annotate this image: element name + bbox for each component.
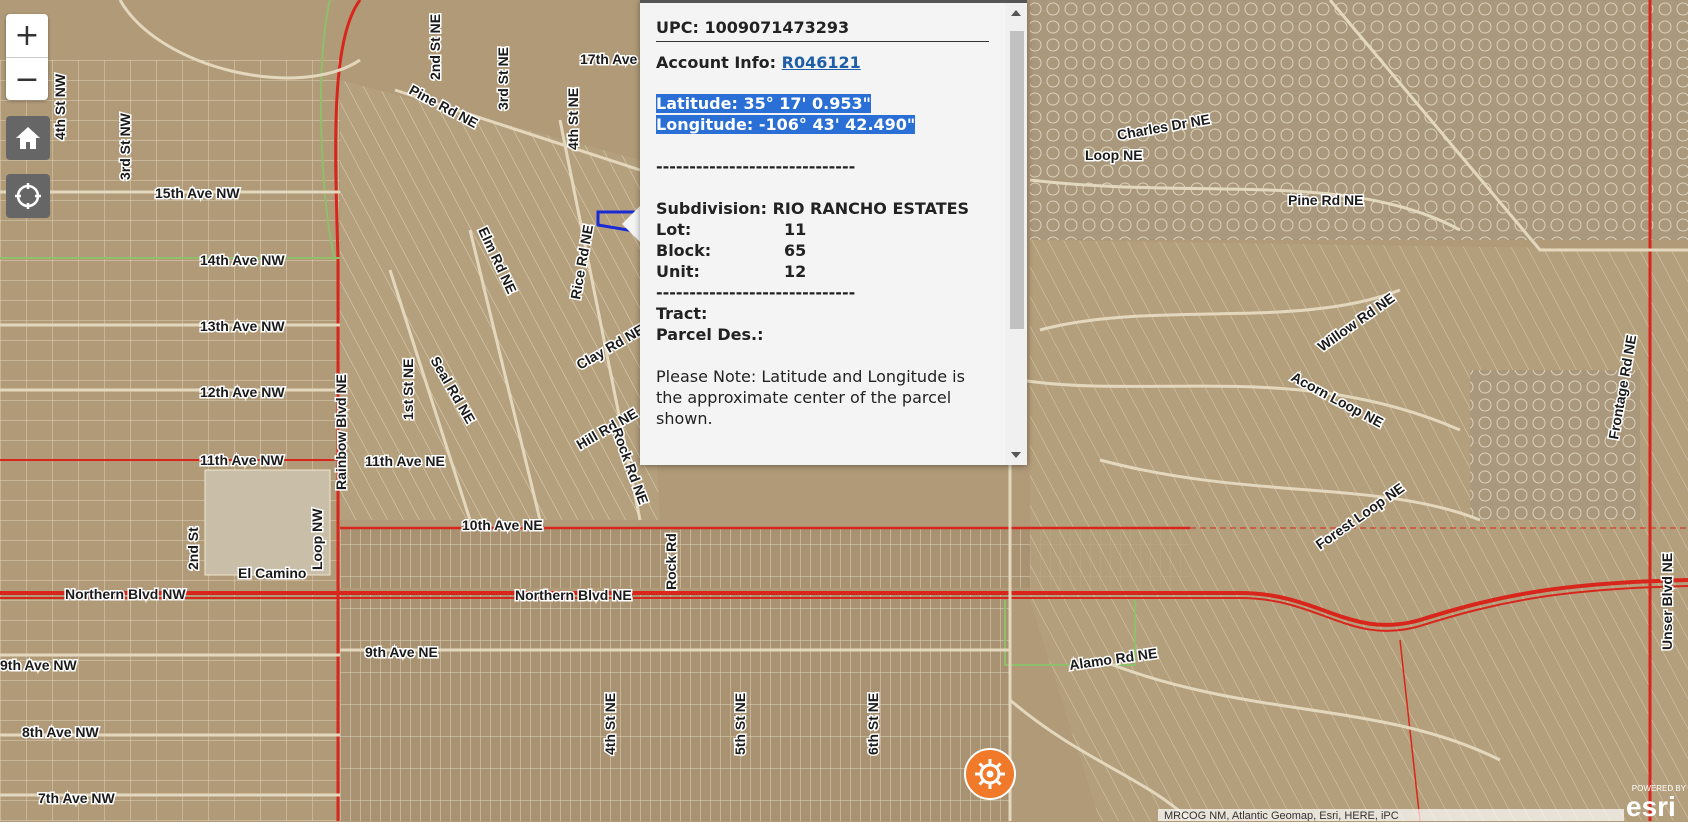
map-attribution: MRCOG NM, Atlantic Geomap, Esri, HERE, i… [1158,809,1624,821]
subdivision-label: Subdivision: [656,199,768,218]
street-label: 7th Ave NW [38,790,116,806]
popup-content[interactable]: UPC: 1009071473293 Account Info: R046121… [640,3,1005,465]
block-label: Block: [656,241,712,260]
longitude-row: Longitude: -106° 43' 42.490" [656,114,989,135]
street-label: 3rd St NW [117,112,133,180]
popup-pointer [622,206,640,242]
street-label: 2nd St [185,527,201,570]
street-label: 15th Ave NW [155,185,240,201]
street-label: 4th St NW [52,73,68,140]
unit-row: Unit: 12 [656,261,989,282]
street-label: 12th Ave NW [200,384,285,400]
street-label: 10th Ave NE [462,517,543,533]
latitude-text: Latitude: 35° 17' 0.953" [656,94,871,113]
block-value: 65 [784,241,807,260]
scroll-down-button[interactable] [1005,445,1027,465]
street-label: El Camino [238,565,306,581]
street-label: 8th Ave NW [22,724,100,740]
home-button[interactable] [6,116,50,160]
unit-value: 12 [784,262,807,281]
street-label: Loop NE [1085,147,1143,163]
account-row: Account Info: R046121 [656,52,989,73]
popup-note: Please Note: Latitude and Longitude is t… [656,367,965,428]
street-label: Northern Blvd NW [65,586,186,602]
tract-label: Tract: [656,304,708,323]
longitude-text: Longitude: -106° 43' 42.490" [656,115,916,134]
street-label: 9th Ave NE [365,644,438,660]
street-label: Rainbow Blvd NE [333,374,349,490]
street-label: 4th St NE [565,88,581,150]
minus-icon: − [14,61,40,97]
zoom-in-button[interactable]: + [6,14,48,57]
block-row: Block: 65 [656,240,989,261]
caret-down-icon [1011,452,1021,458]
esri-logo[interactable]: POWERED BY esri [1622,784,1688,821]
street-label: 5th St NE [732,693,748,755]
unit-label: Unit: [656,262,700,281]
street-label: Unser Blvd NE [1659,553,1675,650]
lot-label: Lot: [656,220,692,239]
street-label: 13th Ave NW [200,318,285,334]
gps-settings-button[interactable] [964,748,1016,800]
esri-wordmark: esri [1626,791,1676,822]
zoom-out-button[interactable]: − [6,57,48,101]
caret-up-icon [1011,10,1021,16]
street-label: 11th Ave NE [365,453,445,469]
scroll-up-button[interactable] [1005,3,1027,23]
street-label: Northern Blvd NE [515,587,632,603]
upc-label: UPC: [656,18,699,37]
lot-row: Lot: 11 [656,219,989,240]
locate-icon [15,183,41,209]
street-label: 11th Ave NW [200,452,285,468]
street-label: 9th Ave NW [0,657,78,673]
divider-2: ------------------------------ [656,283,856,302]
street-label: 3rd St NE [495,47,511,110]
account-link[interactable]: R046121 [782,53,861,72]
street-label: 14th Ave NW [200,252,285,268]
zoom-control: + − [6,14,48,100]
street-label: 1st St NE [400,359,416,420]
street-label: 6th St NE [865,693,881,755]
parcel-grid-west [0,60,340,821]
upc-row: UPC: 1009071473293 [656,17,989,42]
parcel-narrow-band-2 [340,595,1010,821]
subdivision-row: Subdivision: RIO RANCHO ESTATES [656,198,989,219]
street-label: 2nd St NE [427,14,443,80]
street-label: Loop NW [309,508,325,570]
account-label: Account Info: [656,53,777,72]
street-label: Pine Rd NE [1288,192,1363,208]
home-icon [16,127,40,149]
scroll-thumb[interactable] [1010,31,1024,329]
upc-value: 1009071473293 [704,18,850,37]
street-label: Rock Rd [663,533,679,590]
subdivision-value: RIO RANCHO ESTATES [772,199,970,218]
latitude-row: Latitude: 35° 17' 0.953" [656,93,989,114]
divider-1: ------------------------------ [656,157,856,176]
street-label: 4th St NE [602,693,618,755]
popup-scrollbar[interactable] [1005,3,1027,465]
gear-icon [975,759,1005,789]
street-label: 17th Ave [580,51,638,67]
lot-value: 11 [784,220,807,239]
locate-button[interactable] [6,174,50,218]
parcel-info-popup: UPC: 1009071473293 Account Info: R046121… [640,0,1027,465]
plus-icon: + [14,17,40,53]
parcel-des-label: Parcel Des.: [656,325,764,344]
